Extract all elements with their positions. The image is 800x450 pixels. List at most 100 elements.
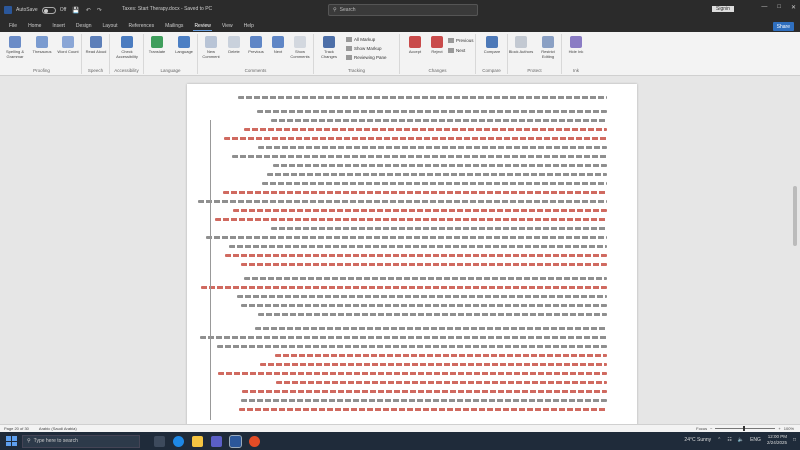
chrome-icon[interactable] bbox=[249, 435, 260, 447]
document-text-line[interactable] bbox=[199, 336, 607, 339]
tab-help[interactable]: Help bbox=[243, 22, 255, 30]
scrollbar-thumb[interactable] bbox=[793, 186, 797, 246]
redo-icon[interactable]: ↷ bbox=[97, 7, 102, 14]
document-text-line[interactable] bbox=[240, 399, 607, 402]
document-text-line[interactable] bbox=[237, 96, 607, 99]
document-text-line[interactable] bbox=[241, 390, 607, 393]
reviewing-pane-button[interactable]: Reviewing Pane bbox=[346, 55, 387, 60]
notification-icon[interactable]: □ bbox=[793, 437, 796, 443]
document-text-line[interactable] bbox=[215, 218, 607, 221]
tab-file[interactable]: File bbox=[8, 22, 18, 30]
save-icon[interactable]: 💾 bbox=[72, 7, 79, 14]
compare-button[interactable]: Compare bbox=[479, 36, 505, 54]
teams-icon[interactable] bbox=[211, 435, 222, 447]
next-change-button[interactable]: Next bbox=[448, 48, 465, 53]
document-canvas[interactable] bbox=[0, 76, 800, 426]
previous-change-button[interactable]: Previous bbox=[448, 38, 474, 43]
document-text-line[interactable] bbox=[261, 182, 607, 185]
restrict-editing-button[interactable]: Restrict Editing bbox=[535, 36, 561, 59]
maximize-button[interactable]: □ bbox=[777, 4, 781, 11]
document-text-line[interactable] bbox=[270, 119, 607, 122]
document-text-line[interactable] bbox=[270, 227, 607, 230]
file-explorer-icon[interactable] bbox=[192, 435, 203, 447]
markup-dropdown[interactable]: All Markup bbox=[346, 37, 375, 42]
reject-button[interactable]: Reject bbox=[424, 36, 450, 54]
word-count-button[interactable]: Word Count bbox=[55, 36, 81, 54]
weather-widget[interactable]: 24°C Sunny bbox=[684, 437, 711, 443]
tab-review[interactable]: Review bbox=[193, 22, 212, 31]
document-text-line[interactable] bbox=[244, 128, 607, 131]
document-text-line[interactable] bbox=[224, 254, 607, 257]
focus-button[interactable]: Focus bbox=[696, 426, 707, 431]
show-markup-button[interactable]: Show Markup bbox=[346, 46, 382, 51]
document-text-line[interactable] bbox=[228, 245, 607, 248]
document-text-line[interactable] bbox=[206, 236, 607, 239]
document-text-line[interactable] bbox=[233, 209, 607, 212]
document-text-line[interactable] bbox=[273, 164, 607, 167]
read-aloud-button[interactable]: Read Aloud bbox=[83, 36, 109, 54]
document-text-line[interactable] bbox=[217, 345, 607, 348]
document-text-line[interactable] bbox=[200, 286, 607, 289]
tab-insert[interactable]: Insert bbox=[51, 22, 66, 30]
tray-chevron-icon[interactable]: ⌃ bbox=[717, 437, 721, 443]
zoom-slider[interactable] bbox=[715, 426, 776, 431]
document-page[interactable] bbox=[187, 84, 637, 426]
document-text-line[interactable] bbox=[232, 155, 607, 158]
zoom-out-icon[interactable]: − bbox=[710, 426, 712, 431]
show-comments-button[interactable]: Show Comments bbox=[287, 36, 313, 59]
document-text-line[interactable] bbox=[259, 363, 607, 366]
document-text-line[interactable] bbox=[218, 372, 607, 375]
user-account-button[interactable]: Signin bbox=[712, 6, 734, 12]
document-text-line[interactable] bbox=[258, 146, 607, 149]
hide-ink-button[interactable]: Hide Ink bbox=[563, 36, 589, 54]
translate-button[interactable]: Translate bbox=[144, 36, 170, 54]
zoom-slider-knob[interactable] bbox=[743, 426, 746, 431]
document-text-line[interactable] bbox=[244, 277, 607, 280]
undo-icon[interactable]: ↶ bbox=[86, 7, 91, 14]
document-text-line[interactable] bbox=[267, 173, 607, 176]
tab-design[interactable]: Design bbox=[75, 22, 93, 30]
spelling-grammar-button[interactable]: Spelling & Grammar bbox=[2, 36, 28, 59]
document-text-line[interactable] bbox=[258, 313, 607, 316]
check-accessibility-button[interactable]: Check Accessibility bbox=[114, 36, 140, 59]
language-button[interactable]: Language bbox=[171, 36, 197, 54]
document-text-line[interactable] bbox=[257, 110, 607, 113]
track-changes-button[interactable]: Track Changes bbox=[316, 36, 342, 59]
input-language[interactable]: ENG bbox=[750, 437, 761, 443]
task-view-icon[interactable] bbox=[154, 435, 165, 447]
volume-icon[interactable]: 🔈 bbox=[738, 437, 744, 443]
document-text-line[interactable] bbox=[240, 304, 607, 307]
tab-mailings[interactable]: Mailings bbox=[164, 22, 184, 30]
search-input[interactable]: ⚲ Search bbox=[328, 4, 478, 16]
document-text-line[interactable] bbox=[198, 200, 607, 203]
document-text-line[interactable] bbox=[223, 191, 607, 194]
tab-layout[interactable]: Layout bbox=[102, 22, 119, 30]
clock[interactable]: 12:00 PM 2/24/2025 bbox=[767, 434, 787, 446]
zoom-in-icon[interactable]: + bbox=[778, 426, 780, 431]
document-text-line[interactable] bbox=[240, 263, 607, 266]
taskbar-search-input[interactable]: ⚲ Type here to search bbox=[22, 434, 140, 448]
document-text-line[interactable] bbox=[276, 381, 607, 384]
edge-icon[interactable] bbox=[173, 435, 184, 447]
close-button[interactable]: ✕ bbox=[791, 4, 796, 11]
block-authors-button[interactable]: Block Authors bbox=[508, 36, 534, 54]
tab-references[interactable]: References bbox=[128, 22, 156, 30]
vertical-scrollbar[interactable] bbox=[790, 76, 800, 426]
share-button[interactable]: Share bbox=[772, 22, 794, 31]
tab-home[interactable]: Home bbox=[27, 22, 42, 30]
tab-view[interactable]: View bbox=[221, 22, 234, 30]
minimize-button[interactable]: — bbox=[761, 4, 767, 11]
document-text-line[interactable] bbox=[255, 327, 607, 330]
windows-start-button[interactable] bbox=[4, 434, 18, 448]
document-text-line[interactable] bbox=[224, 137, 607, 140]
page-count[interactable]: Page 20 of 30 bbox=[4, 426, 29, 431]
document-text-line[interactable] bbox=[275, 354, 607, 357]
network-icon[interactable]: ☷ bbox=[727, 437, 731, 443]
document-text-line[interactable] bbox=[239, 408, 607, 411]
document-text-line[interactable] bbox=[237, 295, 607, 298]
autosave-toggle[interactable] bbox=[41, 6, 56, 14]
zoom-level[interactable]: 100% bbox=[784, 426, 794, 431]
word-taskbar-icon[interactable] bbox=[229, 434, 242, 448]
thesaurus-button[interactable]: Thesaurus bbox=[29, 36, 55, 54]
language-indicator[interactable]: Arabic (Saudi Arabia) bbox=[39, 426, 77, 431]
